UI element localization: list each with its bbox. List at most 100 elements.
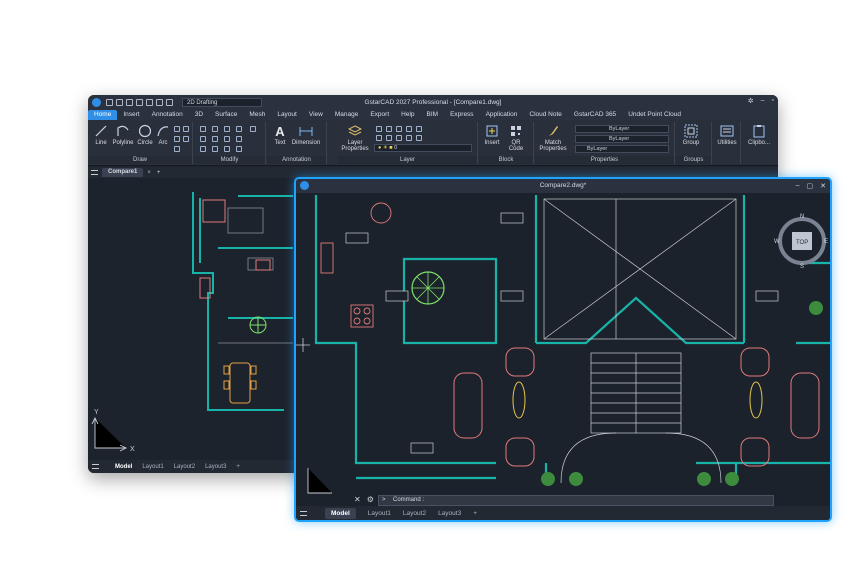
- tab-help[interactable]: Help: [395, 110, 420, 120]
- new-file-icon[interactable]: [106, 99, 113, 106]
- boundary-icon[interactable]: [183, 136, 189, 142]
- close-tab-icon[interactable]: ×: [147, 170, 151, 176]
- match-properties-tool[interactable]: Match Properties: [537, 124, 569, 152]
- text-tool[interactable]: A Text: [269, 124, 291, 146]
- layer-panel-title[interactable]: Layer: [338, 156, 477, 164]
- minimize-button[interactable]: –: [796, 182, 800, 190]
- array-icon[interactable]: [224, 146, 230, 152]
- layer-walk-icon[interactable]: [416, 135, 422, 141]
- move-icon[interactable]: [200, 126, 206, 132]
- rectangle-icon[interactable]: [174, 126, 180, 132]
- layout-menu-icon[interactable]: [92, 464, 99, 469]
- tab-application[interactable]: Application: [480, 110, 524, 120]
- tab-mesh[interactable]: Mesh: [243, 110, 271, 120]
- groups-panel-title[interactable]: Groups: [676, 156, 711, 164]
- modify-panel-title[interactable]: Modify: [194, 156, 265, 164]
- layer-unlock-icon[interactable]: [406, 135, 412, 141]
- draw-panel-title[interactable]: Draw: [88, 156, 192, 164]
- layer-lock-icon[interactable]: [406, 126, 412, 132]
- tab-view[interactable]: View: [303, 110, 329, 120]
- layer-dropdown[interactable]: ● ☀ ■ 0: [374, 144, 472, 152]
- tab-annotation[interactable]: Annotation: [146, 110, 189, 120]
- tab-insert[interactable]: Insert: [117, 110, 145, 120]
- qr-code-tool[interactable]: QR Code: [503, 124, 529, 152]
- block-panel-title[interactable]: Block: [479, 156, 533, 164]
- group-tool[interactable]: Group: [680, 124, 702, 146]
- tab-export[interactable]: Export: [364, 110, 395, 120]
- tab-undet-point-cloud[interactable]: Undet Point Cloud: [622, 110, 687, 120]
- tab-manage[interactable]: Manage: [329, 110, 365, 120]
- tab-layout1[interactable]: Layout1: [142, 464, 163, 470]
- copy-icon[interactable]: [200, 136, 206, 142]
- tab-bim[interactable]: BIM: [421, 110, 445, 120]
- tab-3d[interactable]: 3D: [189, 110, 209, 120]
- arc-tool[interactable]: Arc: [152, 124, 174, 146]
- clipboard-tool[interactable]: Clipbo...: [744, 124, 774, 146]
- fillet-icon[interactable]: [224, 136, 230, 142]
- linetype-dropdown[interactable]: ByLayer: [575, 135, 669, 143]
- undo-icon[interactable]: [156, 99, 163, 106]
- layer-freeze-icon[interactable]: [396, 126, 402, 132]
- workspace-select[interactable]: 2D Drafting: [182, 98, 262, 107]
- explode-icon[interactable]: [236, 136, 242, 142]
- layer-properties-tool[interactable]: Layer Properties: [340, 124, 370, 152]
- tab-layout[interactable]: Layout: [271, 110, 303, 120]
- hatch-icon[interactable]: [174, 136, 180, 142]
- layer-isolate-icon[interactable]: [386, 126, 392, 132]
- layer-on-icon[interactable]: [376, 135, 382, 141]
- settings-icon[interactable]: ✲: [748, 97, 754, 105]
- utilities-tool[interactable]: Utilities: [715, 124, 739, 146]
- properties-panel-title[interactable]: Properties: [535, 156, 674, 164]
- open-file-icon[interactable]: [116, 99, 123, 106]
- save-icon[interactable]: [126, 99, 133, 106]
- point-icon[interactable]: [183, 126, 189, 132]
- tab-surface[interactable]: Surface: [209, 110, 243, 120]
- color-dropdown[interactable]: ByLayer: [575, 125, 669, 133]
- chamfer-icon[interactable]: [250, 126, 256, 132]
- restore-button[interactable]: ▫: [772, 97, 774, 105]
- tab-cloud-note[interactable]: Cloud Note: [523, 110, 568, 120]
- layout-menu-icon[interactable]: [300, 510, 307, 516]
- erase-icon[interactable]: [236, 126, 242, 132]
- layer-match-icon[interactable]: [416, 126, 422, 132]
- tab-model[interactable]: Model: [115, 464, 132, 470]
- rotate-icon[interactable]: [212, 126, 218, 132]
- command-line[interactable]: > Command :: [378, 495, 774, 506]
- view-cube[interactable]: TOP N S W E: [774, 214, 828, 270]
- command-settings-icon[interactable]: ⚙: [367, 495, 374, 504]
- annotation-panel-title[interactable]: Annotation: [267, 156, 326, 164]
- tab-layout3[interactable]: Layout3: [205, 464, 226, 470]
- new-tab-icon[interactable]: +: [157, 170, 161, 176]
- tab-gstarcad-365[interactable]: GstarCAD 365: [568, 110, 622, 120]
- tab-layout2[interactable]: Layout2: [174, 464, 195, 470]
- scale-icon[interactable]: [212, 146, 218, 152]
- tab-layout1[interactable]: Layout1: [368, 510, 391, 517]
- tab-express[interactable]: Express: [444, 110, 479, 120]
- offset-icon[interactable]: [236, 146, 242, 152]
- file-tab-compare1[interactable]: Compare1: [102, 168, 144, 177]
- tab-home[interactable]: Home: [88, 110, 118, 120]
- menu-icon[interactable]: [91, 170, 98, 175]
- command-close-icon[interactable]: ✕: [354, 495, 361, 504]
- dimension-tool[interactable]: Dimension: [289, 124, 323, 146]
- add-layout-icon[interactable]: +: [236, 464, 240, 470]
- layer-thaw-icon[interactable]: [396, 135, 402, 141]
- lineweight-dropdown[interactable]: ByLayer: [575, 145, 669, 153]
- polyline-tool[interactable]: Polyline: [110, 124, 136, 146]
- layer-unisolate-icon[interactable]: [386, 135, 392, 141]
- layer-off-icon[interactable]: [376, 126, 382, 132]
- minimize-button[interactable]: –: [761, 97, 765, 105]
- redo-icon[interactable]: [166, 99, 173, 106]
- tab-model[interactable]: Model: [325, 507, 356, 519]
- tab-layout2[interactable]: Layout2: [403, 510, 426, 517]
- mirror-icon[interactable]: [212, 136, 218, 142]
- add-layout-icon[interactable]: +: [473, 510, 477, 517]
- ellipse-icon[interactable]: [174, 146, 180, 152]
- close-button[interactable]: ✕: [820, 182, 826, 190]
- stretch-icon[interactable]: [200, 146, 206, 152]
- maximize-button[interactable]: ▢: [807, 182, 814, 190]
- line-tool[interactable]: Line: [90, 124, 112, 146]
- save-as-icon[interactable]: [136, 99, 143, 106]
- compare-drawing-canvas[interactable]: TOP N S W E: [296, 193, 830, 496]
- tab-layout3[interactable]: Layout3: [438, 510, 461, 517]
